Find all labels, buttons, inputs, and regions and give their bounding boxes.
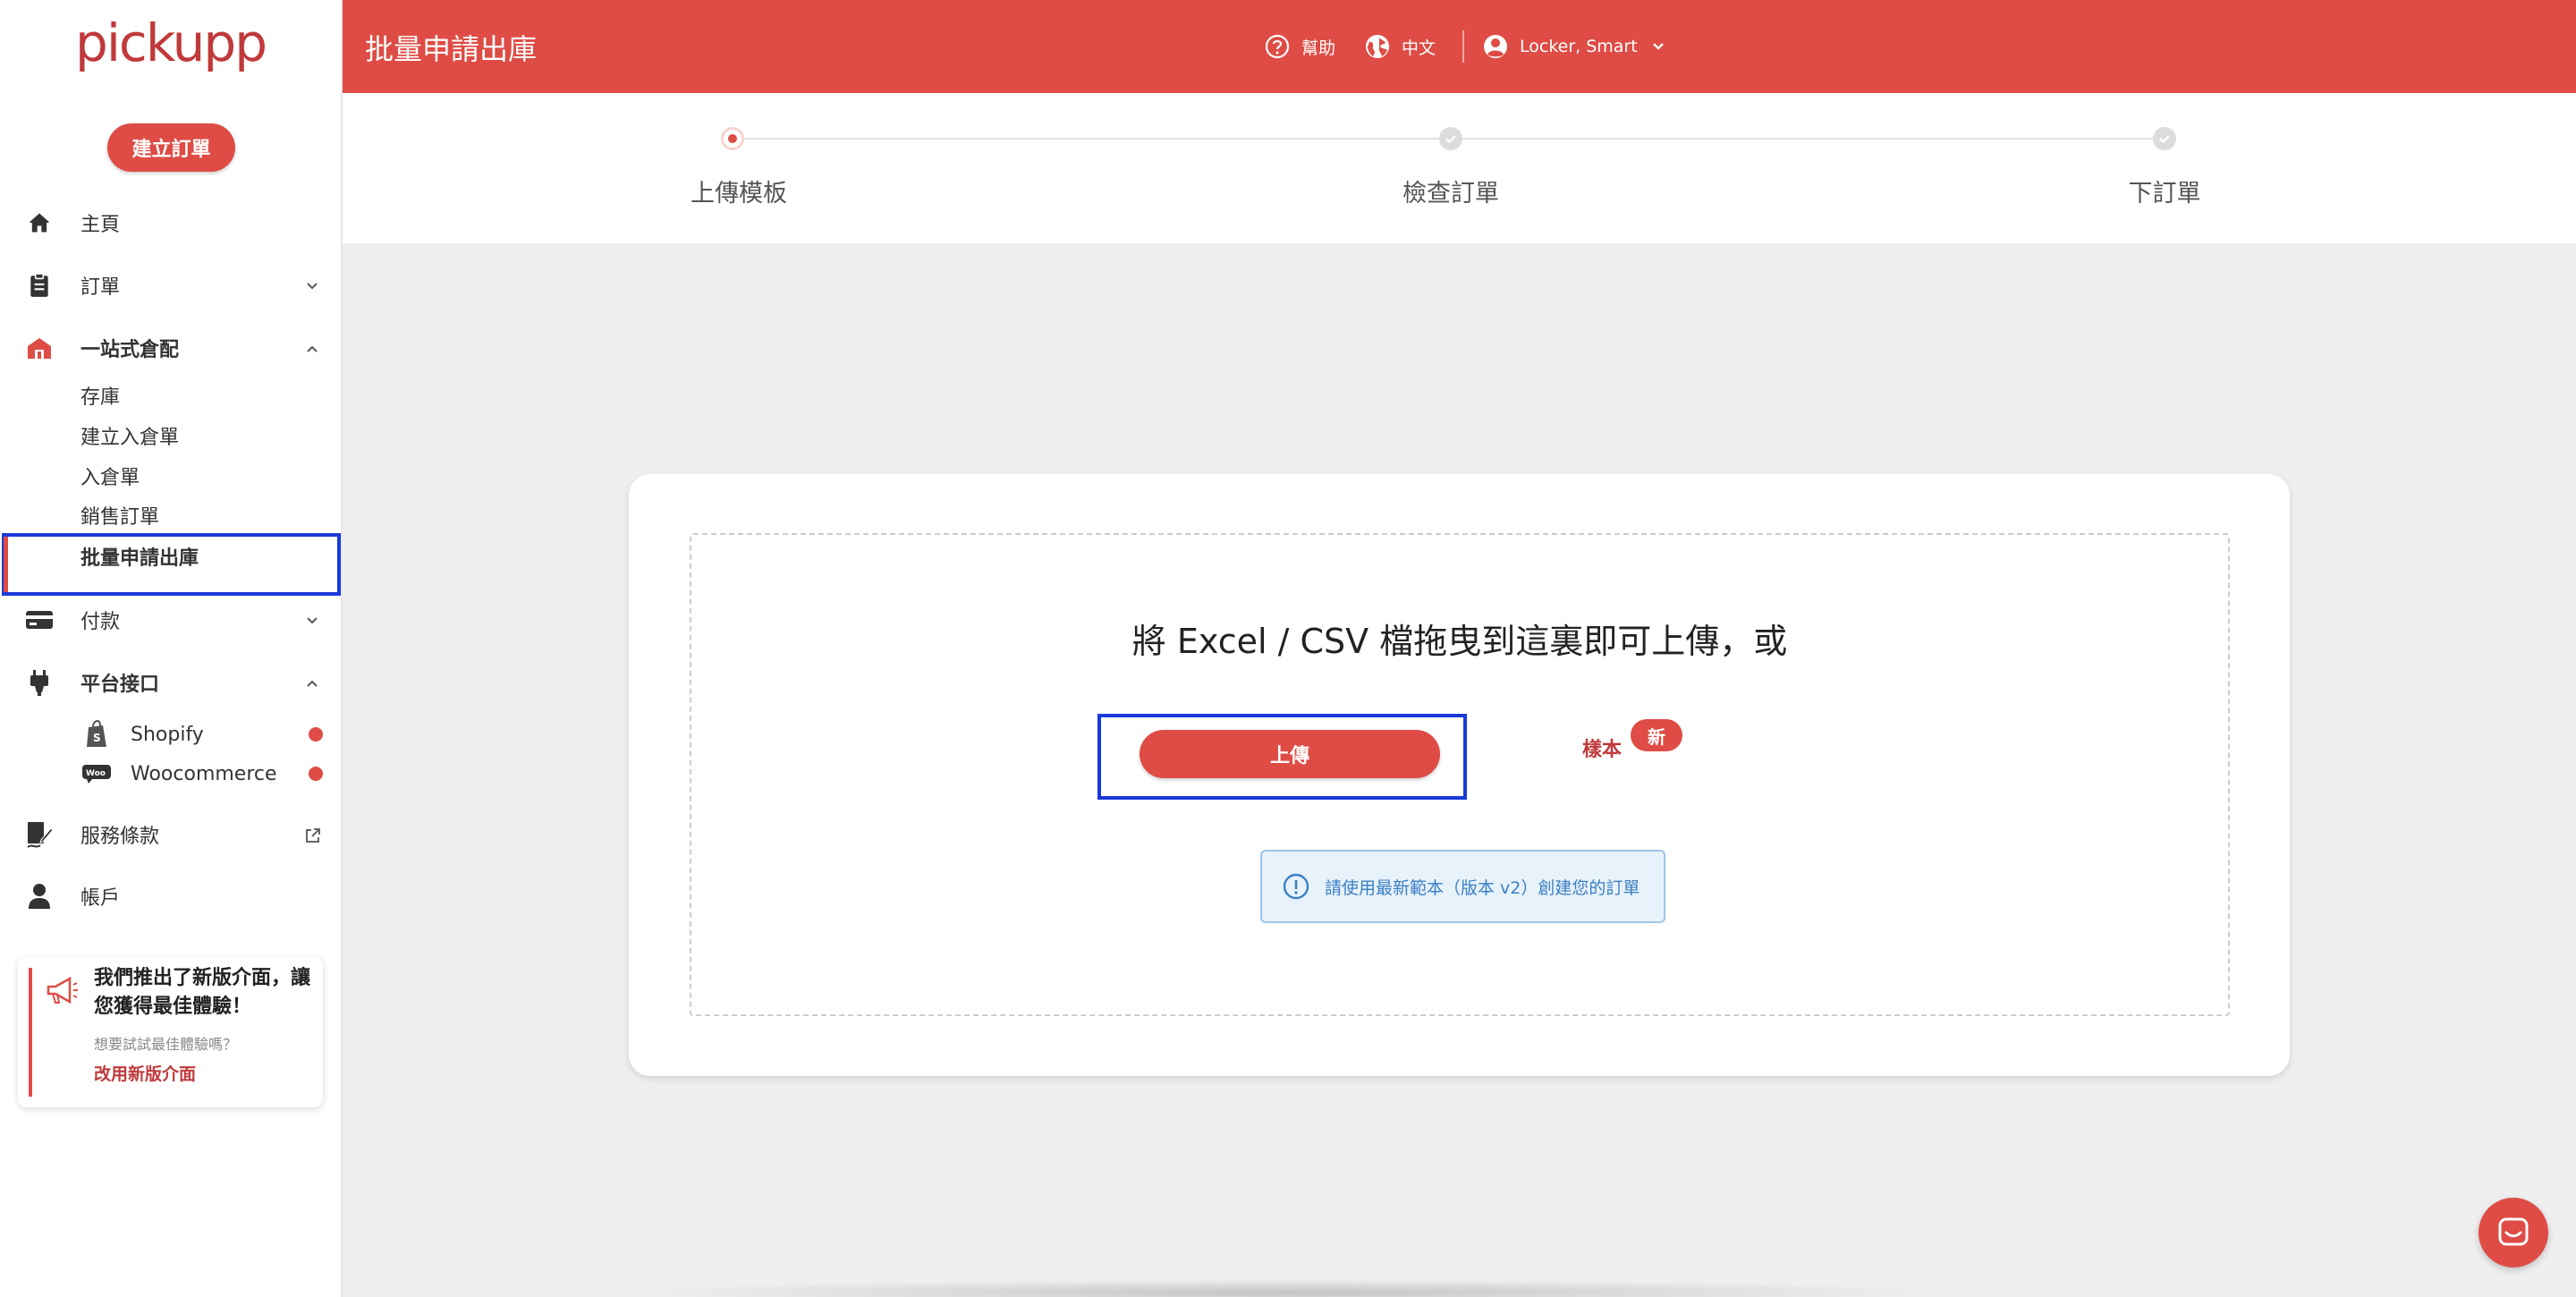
- create-order-button[interactable]: 建立訂單: [107, 123, 235, 172]
- pickupp-logo[interactable]: pickupp: [75, 13, 267, 81]
- megaphone-icon: [45, 973, 80, 1009]
- home-icon: [25, 208, 54, 237]
- sidebar-item-label: 平台接口: [80, 674, 160, 696]
- sidebar: pickupp 建立訂單 主頁 訂單 一站式倉配 存庫 建立入倉單 入倉單 銷售…: [0, 0, 343, 1297]
- sidebar-item-platforms[interactable]: 平台接口: [0, 660, 341, 705]
- top-header: 批量申請出庫 幫助 中文 Locker, Smart: [343, 0, 2576, 93]
- plug-icon: [25, 668, 54, 697]
- signature-icon: [25, 820, 54, 849]
- sidebar-item-label: 帳戶: [80, 887, 121, 910]
- step-dot-check: [1439, 127, 1462, 150]
- account-label: Locker, Smart: [1520, 37, 1638, 56]
- upload-button[interactable]: 上傳: [1140, 730, 1440, 778]
- sidebar-subitem-sales-orders[interactable]: 銷售訂單: [80, 500, 159, 536]
- globe-icon: [1364, 33, 1391, 60]
- bottom-shadow: [617, 1279, 1959, 1297]
- new-badge: 新: [1631, 719, 1682, 751]
- step-label-check: 檢查訂單: [1402, 180, 1499, 208]
- svg-text:S: S: [93, 732, 101, 744]
- logo-text: pickupp: [75, 14, 266, 73]
- chevron-down-icon: [304, 612, 320, 628]
- clipboard-icon: [25, 271, 54, 300]
- sidebar-subitem-bulk-outbound[interactable]: 批量申請出庫: [80, 541, 199, 577]
- step-label-place-order: 下訂單: [2128, 180, 2201, 208]
- sample-template-link[interactable]: 樣本: [1582, 733, 1622, 762]
- dropzone-text: 將 Excel / CSV 檔拖曳到這裏即可上傳，或: [1131, 622, 1788, 661]
- step-dot-upload: [721, 127, 744, 150]
- help-button[interactable]: 幫助: [1264, 29, 1335, 64]
- svg-text:Woo: Woo: [86, 769, 106, 778]
- external-link-icon: [304, 827, 320, 843]
- sidebar-platform-woocommerce[interactable]: Woo Woocommerce: [80, 756, 277, 792]
- language-label: 中文: [1402, 38, 1436, 58]
- info-icon: [1282, 872, 1310, 901]
- account-circle-icon: [1482, 33, 1509, 60]
- template-info-alert: 請使用最新範本（版本 v2）創建您的訂單: [1260, 850, 1665, 923]
- platform-label: Shopify: [131, 723, 204, 746]
- account-menu-button[interactable]: Locker, Smart: [1482, 29, 1666, 64]
- warehouse-icon: [25, 334, 54, 362]
- progress-stepper: 上傳模板 檢查訂單 下訂單: [343, 93, 2576, 243]
- sidebar-item-home[interactable]: 主頁: [0, 200, 341, 245]
- sidebar-item-orders[interactable]: 訂單: [0, 263, 341, 308]
- promo-accent-bar: [29, 968, 32, 1097]
- active-indicator: [4, 537, 8, 592]
- language-button[interactable]: 中文: [1364, 29, 1436, 64]
- user-icon: [25, 882, 54, 911]
- sidebar-platform-shopify[interactable]: S Shopify: [80, 716, 204, 752]
- sidebar-item-terms[interactable]: 服務條款: [0, 812, 341, 857]
- promo-title: 我們推出了新版介面，讓您獲得最佳體驗！: [94, 967, 311, 1018]
- sidebar-item-label: 訂單: [80, 276, 121, 299]
- sidebar-item-account[interactable]: 帳戶: [0, 874, 341, 919]
- file-dropzone[interactable]: 將 Excel / CSV 檔拖曳到這裏即可上傳，或 上傳 樣本 新 請使用最新…: [690, 533, 2230, 1016]
- upload-button-highlight: 上傳: [1097, 714, 1467, 800]
- sidebar-item-warehouse[interactable]: 一站式倉配: [0, 326, 341, 370]
- switch-new-ui-link[interactable]: 改用新版介面: [94, 1061, 196, 1085]
- sidebar-item-label: 服務條款: [80, 826, 160, 848]
- sidebar-item-label: 一站式倉配: [80, 339, 180, 361]
- sidebar-item-label: 付款: [80, 611, 121, 633]
- chat-support-button[interactable]: [2479, 1198, 2548, 1267]
- help-icon: [1264, 33, 1291, 60]
- step-dot-place-order: [2153, 127, 2176, 150]
- new-ui-promo-card: 我們推出了新版介面，讓您獲得最佳體驗！ 想要試試最佳體驗嗎？ 改用新版介面: [18, 957, 323, 1107]
- chevron-up-icon: [304, 340, 320, 356]
- shopify-icon: S: [80, 720, 113, 748]
- promo-subtitle: 想要試試最佳體驗嗎？: [94, 1036, 238, 1053]
- sidebar-item-label: 主頁: [80, 214, 121, 236]
- platform-label: Woocommerce: [131, 762, 277, 785]
- chat-icon: [2496, 1216, 2530, 1250]
- credit-card-icon: [25, 606, 54, 634]
- upload-card: 將 Excel / CSV 檔拖曳到這裏即可上傳，或 上傳 樣本 新 請使用最新…: [629, 474, 2290, 1076]
- help-label: 幫助: [1301, 38, 1336, 58]
- sidebar-subitem-inventory[interactable]: 存庫: [80, 380, 120, 416]
- woocommerce-icon: Woo: [80, 760, 113, 787]
- chevron-down-icon: [304, 277, 320, 293]
- page-title: 批量申請出庫: [365, 32, 538, 66]
- sidebar-item-payment[interactable]: 付款: [0, 598, 341, 642]
- notification-dot: [309, 727, 323, 742]
- chevron-up-icon: [304, 674, 320, 691]
- step-label-upload: 上傳模板: [691, 180, 787, 208]
- chevron-down-icon: [1650, 38, 1666, 55]
- sidebar-subitem-inbound[interactable]: 入倉單: [80, 461, 140, 496]
- header-divider: [1462, 30, 1464, 63]
- notification-dot: [309, 767, 323, 781]
- info-text: 請使用最新範本（版本 v2）創建您的訂單: [1325, 877, 1640, 898]
- sidebar-subitem-create-inbound[interactable]: 建立入倉單: [80, 420, 179, 456]
